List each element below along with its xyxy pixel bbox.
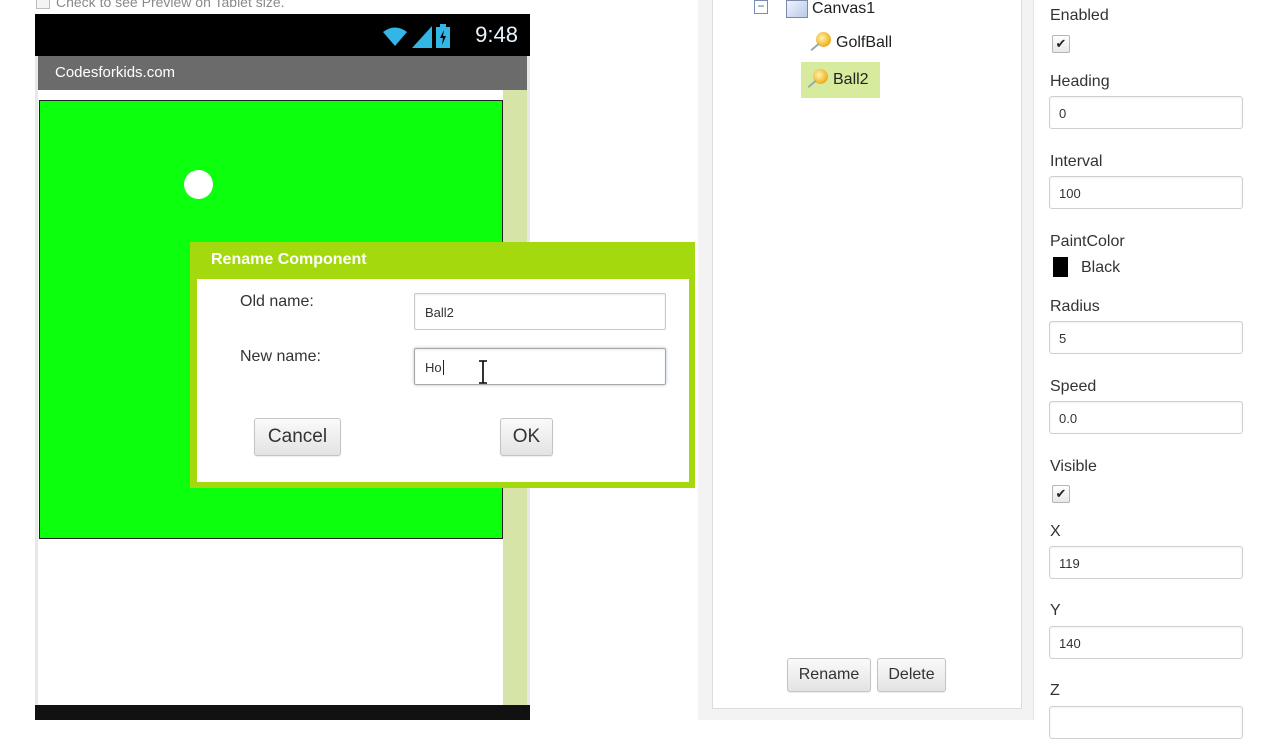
tree-item-label: Canvas1 [812, 0, 876, 17]
new-name-input[interactable]: Ho [414, 348, 666, 385]
tablet-preview-label: Check to see Preview on Tablet size. [56, 0, 285, 10]
cancel-button[interactable]: Cancel [254, 418, 341, 456]
tablet-preview-checkbox[interactable] [36, 0, 50, 9]
ok-button[interactable]: OK [500, 418, 553, 456]
ball-sprite-icon [807, 69, 829, 91]
heading-label: Heading [1050, 73, 1110, 90]
radius-input[interactable]: 5 [1049, 321, 1243, 354]
status-icons [382, 24, 450, 48]
old-name-label: Old name: [240, 293, 314, 310]
enabled-label: Enabled [1050, 7, 1109, 24]
y-label: Y [1050, 602, 1061, 619]
interval-input[interactable]: 100 [1049, 176, 1243, 209]
tablet-preview-option[interactable]: Check to see Preview on Tablet size. [36, 0, 285, 10]
y-input[interactable]: 140 [1049, 626, 1243, 659]
visible-label: Visible [1050, 458, 1097, 475]
new-name-label: New name: [240, 348, 321, 365]
visible-checkbox[interactable]: ✔ [1052, 485, 1070, 503]
text-caret [442, 360, 444, 375]
interval-label: Interval [1050, 153, 1103, 170]
speed-input[interactable]: 0.0 [1049, 401, 1243, 434]
dialog-title: Rename Component [211, 251, 367, 268]
z-input[interactable] [1049, 706, 1243, 739]
enabled-checkbox[interactable]: ✔ [1052, 35, 1070, 53]
collapse-toggle-icon[interactable]: − [754, 0, 768, 14]
ball-sprite-icon [810, 32, 832, 54]
components-tree-box [712, 0, 1022, 709]
ball2-sprite[interactable] [184, 170, 213, 199]
tree-item-label: GolfBall [836, 34, 893, 51]
heading-input[interactable]: 0 [1049, 96, 1243, 129]
canvas-icon [786, 0, 808, 18]
text-cursor-icon [479, 360, 487, 384]
tree-item-ball2[interactable]: Ball2 [801, 62, 880, 98]
paintcolor-label: PaintColor [1050, 233, 1125, 250]
delete-button[interactable]: Delete [877, 658, 946, 692]
signal-icon [412, 26, 432, 48]
x-label: X [1050, 523, 1061, 540]
tree-item-golfball[interactable]: GolfBall [810, 32, 892, 54]
tree-item-canvas1[interactable]: Canvas1 [786, 0, 875, 18]
status-time: 9:48 [475, 22, 518, 47]
rename-button[interactable]: Rename [787, 658, 871, 692]
app-title-bar: Codesforkids.com [38, 56, 527, 90]
new-name-value: Ho [425, 360, 442, 375]
app-title: Codesforkids.com [55, 64, 176, 81]
paintcolor-swatch[interactable] [1053, 257, 1068, 277]
phone-status-bar: 9:48 [35, 14, 530, 56]
radius-label: Radius [1050, 298, 1100, 315]
z-label: Z [1050, 682, 1060, 699]
speed-label: Speed [1050, 378, 1097, 395]
wifi-icon [383, 27, 407, 46]
old-name-field: Ball2 [414, 293, 666, 330]
tree-item-label: Ball2 [833, 71, 869, 88]
paintcolor-value[interactable]: Black [1081, 259, 1120, 277]
battery-icon [436, 24, 450, 48]
x-input[interactable]: 119 [1049, 546, 1243, 579]
phone-nav-bar [35, 705, 530, 720]
